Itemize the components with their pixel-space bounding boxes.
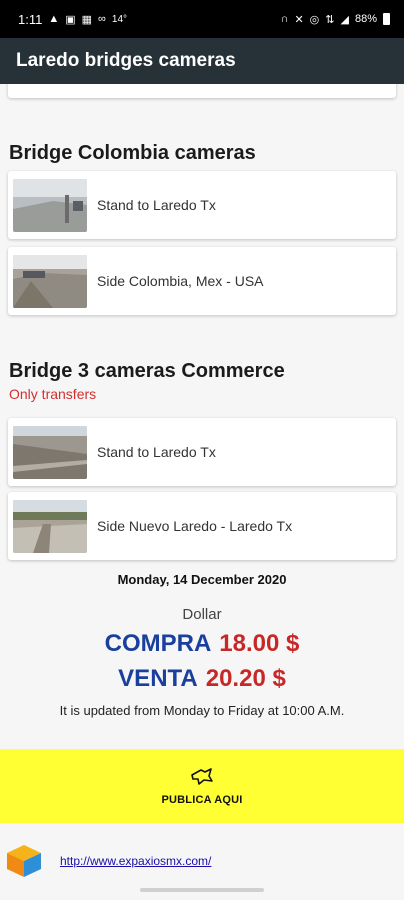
section-note: Only transfers xyxy=(9,386,97,402)
battery-percent: 88% xyxy=(354,13,377,25)
status-time: 1:11 xyxy=(18,11,43,27)
megaphone-icon xyxy=(189,767,215,792)
gesture-nav-bar[interactable] xyxy=(140,888,264,892)
exchange-date: Monday, 14 December 2020 xyxy=(117,572,287,587)
photo-icon: ▦ xyxy=(81,13,93,26)
voicemail-icon: ∞ xyxy=(98,13,106,25)
app-title: Laredo bridges cameras xyxy=(16,50,236,71)
warning-icon: ▲ xyxy=(48,13,60,25)
ad-text: PUBLICA AQUI xyxy=(161,793,243,806)
camera-card-colombia-1[interactable]: Stand to Laredo Tx xyxy=(8,171,396,239)
expaxios-logo-icon xyxy=(5,843,43,884)
headphones-icon: ∩ xyxy=(280,13,289,25)
app-bar: Laredo bridges cameras xyxy=(0,38,404,84)
currency-label: Dollar xyxy=(182,606,222,623)
sell-rate-row: VENTA 20.20 $ xyxy=(0,665,404,693)
camera-label: Side Nuevo Laredo - Laredo Tx xyxy=(97,518,293,534)
status-bar: 1:11 ▲ ▣ ▦ ∞ 14° ∩ ✕ ◎ ⇅ ◢ 88% xyxy=(0,0,404,38)
main-content[interactable]: Bridge Colombia cameras Stand to Laredo … xyxy=(0,84,404,749)
camera-card-bridge3-1[interactable]: Stand to Laredo Tx xyxy=(8,418,396,486)
camera-card-colombia-2[interactable]: Side Colombia, Mex - USA xyxy=(8,247,396,315)
data-icon: ⇅ xyxy=(325,13,335,26)
camera-thumbnail xyxy=(13,178,87,232)
camera-card-bridge3-2[interactable]: Side Nuevo Laredo - Laredo Tx xyxy=(8,492,396,560)
buy-value: 18.00 $ xyxy=(219,630,300,657)
status-temperature: 14° xyxy=(111,13,128,25)
mute-icon: ✕ xyxy=(294,13,304,26)
camera-thumbnail xyxy=(13,425,87,479)
signal-icon: ◢ xyxy=(340,13,349,26)
website-link[interactable]: http://www.expaxiosmx.com/ xyxy=(60,854,211,868)
camera-label: Stand to Laredo Tx xyxy=(97,197,216,213)
sell-value: 20.20 $ xyxy=(205,665,286,692)
update-note: It is updated from Monday to Friday at 1… xyxy=(59,703,345,718)
buy-label: COMPRA xyxy=(104,630,212,657)
section-title-bridge3: Bridge 3 cameras Commerce xyxy=(9,360,285,382)
camera-label: Side Colombia, Mex - USA xyxy=(97,273,264,289)
camera-thumbnail xyxy=(13,499,87,553)
sell-label: VENTA xyxy=(118,665,198,692)
camera-card-partial[interactable] xyxy=(8,84,396,98)
camera-label: Stand to Laredo Tx xyxy=(97,444,216,460)
alarm-icon: ◎ xyxy=(309,13,320,26)
battery-icon xyxy=(383,13,390,25)
ad-banner[interactable]: PUBLICA AQUI xyxy=(0,749,404,823)
camera-thumbnail xyxy=(13,254,87,308)
section-title-colombia: Bridge Colombia cameras xyxy=(9,142,256,164)
buy-rate-row: COMPRA 18.00 $ xyxy=(0,630,404,658)
image-icon: ▣ xyxy=(65,13,76,26)
